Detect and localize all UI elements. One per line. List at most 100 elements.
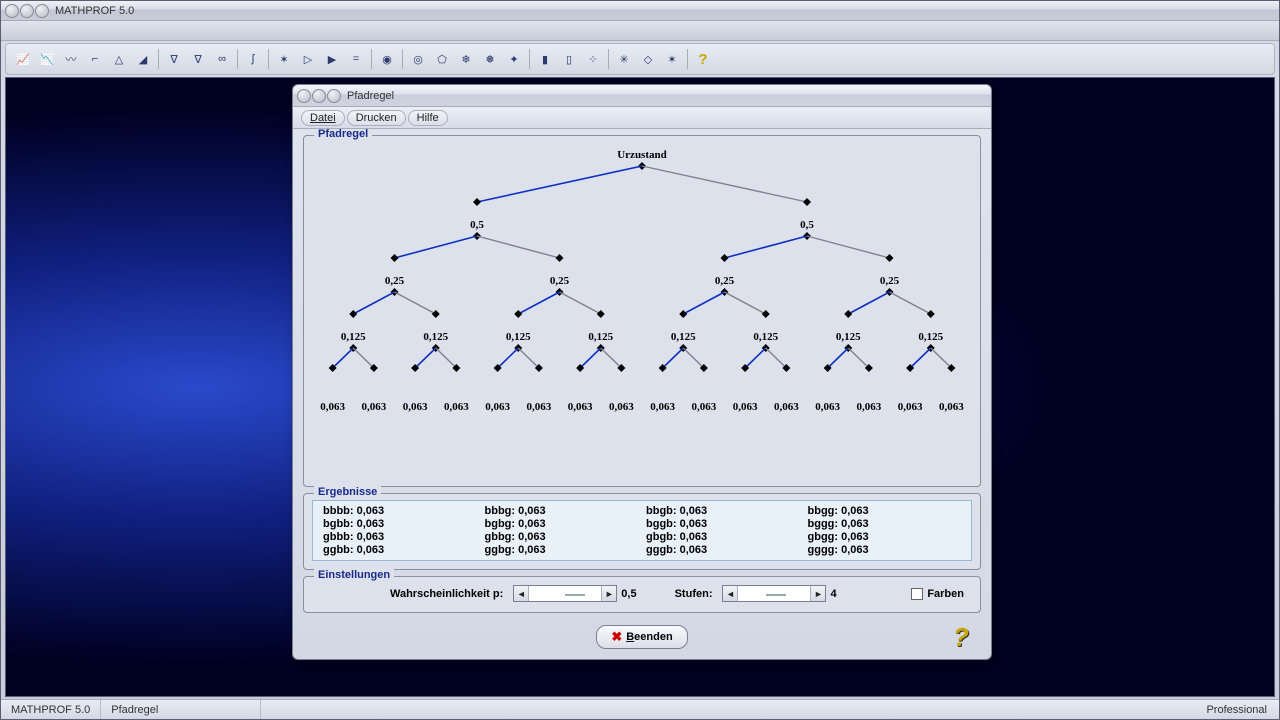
toolbar-separator — [268, 49, 269, 69]
result-cell: bbbb: 0,063 — [323, 505, 477, 517]
integral-toolbar-button[interactable]: ∫ — [242, 48, 264, 70]
close-button[interactable]: ✖ Beenden — [596, 625, 687, 649]
svg-text:0,125: 0,125 — [341, 331, 366, 343]
prob-increase-icon[interactable]: ► — [601, 586, 616, 601]
result-cell: bbgg: 0,063 — [808, 505, 962, 517]
work-area: Pfadregel Datei Drucken Hilfe Pfadregel … — [5, 77, 1275, 697]
status-module: Pfadregel — [101, 700, 261, 719]
result-cell: ggbg: 0,063 — [485, 544, 639, 556]
tree-diagram: Urzustand0,50,50,250,250,250,250,1250,12… — [312, 142, 972, 430]
shape-toolbar-button[interactable]: ⬠ — [431, 48, 453, 70]
toolbar-separator — [402, 49, 403, 69]
colors-checkbox[interactable]: Farben — [911, 588, 964, 600]
tree-legend: Pfadregel — [314, 129, 372, 140]
button-row: ✖ Beenden ? — [303, 619, 981, 651]
menu-file[interactable]: Datei — [301, 110, 345, 126]
settings-groupbox: Einstellungen Wahrscheinlichkeit p: ◄ ► … — [303, 576, 981, 613]
window-close-icon[interactable] — [5, 4, 19, 18]
disk-lines-toolbar-button[interactable]: ◎ — [407, 48, 429, 70]
menu-help[interactable]: Hilfe — [408, 110, 448, 126]
scatter-toolbar-button[interactable]: ⁘ — [582, 48, 604, 70]
infinity-toolbar-button[interactable]: ∞ — [211, 48, 233, 70]
prob-spinner-group: ◄ ► 0,5 — [513, 585, 636, 602]
svg-text:0,125: 0,125 — [753, 331, 778, 343]
steps-value: 4 — [830, 588, 836, 600]
help-toolbar-button[interactable]: ? — [692, 48, 714, 70]
main-toolbar: 📈📉〰⌐△◢∇∇∞∫✶▷▶=◉◎⬠❄❅✦▮▯⁘✳◇✶? — [5, 43, 1275, 75]
child-close-icon[interactable] — [297, 89, 311, 103]
pfadregel-window: Pfadregel Datei Drucken Hilfe Pfadregel … — [292, 84, 992, 660]
play-toolbar-button[interactable]: ▶ — [321, 48, 343, 70]
nabla-toolbar-button[interactable]: ∇ — [163, 48, 185, 70]
result-cell: gbgg: 0,063 — [808, 531, 962, 543]
svg-text:0,063: 0,063 — [403, 401, 428, 413]
menu-print[interactable]: Drucken — [347, 110, 406, 126]
steps-spinner[interactable]: ◄ ► — [722, 585, 826, 602]
window-max-icon[interactable] — [35, 4, 49, 18]
svg-text:0,063: 0,063 — [733, 401, 758, 413]
prob-label: Wahrscheinlichkeit p: — [390, 588, 503, 600]
svg-text:0,063: 0,063 — [650, 401, 675, 413]
result-cell: gbbg: 0,063 — [485, 531, 639, 543]
child-min-icon[interactable] — [312, 89, 326, 103]
disk-dark-toolbar-button[interactable]: ◉ — [376, 48, 398, 70]
chart-area-toolbar-button[interactable]: ◢ — [132, 48, 154, 70]
bars1-toolbar-button[interactable]: ▮ — [534, 48, 556, 70]
bars2-toolbar-button[interactable]: ▯ — [558, 48, 580, 70]
svg-text:0,125: 0,125 — [423, 331, 448, 343]
toolbar-separator — [608, 49, 609, 69]
steps-decrease-icon[interactable]: ◄ — [723, 586, 738, 601]
star1-toolbar-button[interactable]: ✳ — [613, 48, 635, 70]
svg-text:0,063: 0,063 — [362, 401, 387, 413]
svg-text:0,125: 0,125 — [836, 331, 861, 343]
nabla2-toolbar-button[interactable]: ∇ — [187, 48, 209, 70]
asterisk-toolbar-button[interactable]: ✶ — [273, 48, 295, 70]
steps-spinner-group: ◄ ► 4 — [722, 585, 836, 602]
equals-toolbar-button[interactable]: = — [345, 48, 367, 70]
cursor-play-toolbar-button[interactable]: ▷ — [297, 48, 319, 70]
svg-text:0,125: 0,125 — [588, 331, 613, 343]
main-titlebar: MATHPROF 5.0 — [1, 1, 1279, 21]
chart-line-toolbar-button[interactable]: 📈 — [12, 48, 34, 70]
toolbar-separator — [237, 49, 238, 69]
svg-text:0,125: 0,125 — [671, 331, 696, 343]
status-edition: Professional — [1194, 704, 1279, 716]
svg-text:0,063: 0,063 — [320, 401, 345, 413]
checkbox-box-icon[interactable] — [911, 588, 923, 600]
settings-row: Wahrscheinlichkeit p: ◄ ► 0,5 Stufen: — [312, 583, 972, 604]
result-cell: bbgb: 0,063 — [646, 505, 800, 517]
spark-toolbar-button[interactable]: ✦ — [503, 48, 525, 70]
star2-toolbar-button[interactable]: ✶ — [661, 48, 683, 70]
window-controls — [5, 4, 49, 18]
child-body: Pfadregel Urzustand0,50,50,250,250,250,2… — [293, 129, 991, 659]
prob-decrease-icon[interactable]: ◄ — [514, 586, 529, 601]
chart-line3-toolbar-button[interactable]: 〰 — [60, 48, 82, 70]
diamond-toolbar-button[interactable]: ◇ — [637, 48, 659, 70]
tree-svg: Urzustand0,50,50,250,250,250,250,1250,12… — [312, 142, 972, 430]
svg-text:0,063: 0,063 — [485, 401, 510, 413]
steps-increase-icon[interactable]: ► — [810, 586, 825, 601]
snow1-toolbar-button[interactable]: ❄ — [455, 48, 477, 70]
chart-axes-toolbar-button[interactable]: ⌐ — [84, 48, 106, 70]
result-cell: bbbg: 0,063 — [485, 505, 639, 517]
svg-text:0,25: 0,25 — [550, 275, 570, 287]
help-icon[interactable]: ? — [947, 623, 975, 651]
svg-text:0,25: 0,25 — [385, 275, 405, 287]
child-titlebar: Pfadregel — [293, 85, 991, 107]
chart-line2-toolbar-button[interactable]: 📉 — [36, 48, 58, 70]
prob-spinner[interactable]: ◄ ► — [513, 585, 617, 602]
snow2-toolbar-button[interactable]: ❅ — [479, 48, 501, 70]
prob-thumb[interactable] — [565, 594, 585, 596]
svg-text:0,063: 0,063 — [898, 401, 923, 413]
svg-text:0,063: 0,063 — [609, 401, 634, 413]
results-groupbox: Ergebnisse bbbb: 0,063bbbg: 0,063bbgb: 0… — [303, 493, 981, 570]
svg-text:0,5: 0,5 — [800, 219, 814, 231]
chart-up-toolbar-button[interactable]: △ — [108, 48, 130, 70]
child-max-icon[interactable] — [327, 89, 341, 103]
svg-text:0,25: 0,25 — [880, 275, 900, 287]
steps-thumb[interactable] — [766, 594, 786, 596]
window-min-icon[interactable] — [20, 4, 34, 18]
toolbar-separator — [371, 49, 372, 69]
results-legend: Ergebnisse — [314, 486, 381, 498]
result-cell: bgbb: 0,063 — [323, 518, 477, 530]
